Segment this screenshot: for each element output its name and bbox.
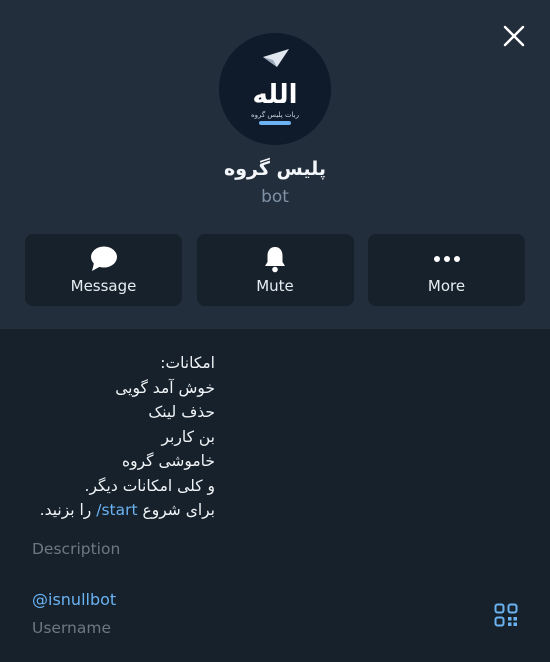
profile-info: امکانات: خوش آمد گویی حذف لینک بن کاربر …	[0, 329, 550, 662]
qr-code-icon[interactable]	[494, 603, 518, 627]
description-line: خوش آمد گویی	[115, 378, 215, 397]
bot-profile-panel: الله ربات پلیس گروه پلیس گروه bot Messag…	[0, 0, 550, 662]
svg-text:الله: الله	[252, 80, 297, 110]
svg-text:ربات پلیس گروه: ربات پلیس گروه	[251, 110, 299, 119]
action-buttons: Message Mute More	[25, 234, 525, 306]
description-line: برای شروع /start را بزنید.	[39, 501, 215, 519]
more-button[interactable]: More	[368, 234, 525, 306]
message-button[interactable]: Message	[25, 234, 182, 306]
bell-icon	[265, 247, 285, 273]
mute-label: Mute	[256, 277, 294, 295]
profile-header: الله ربات پلیس گروه پلیس گروه bot Messag…	[0, 0, 550, 329]
message-label: Message	[70, 277, 137, 295]
username-link[interactable]: @isnullbot	[32, 590, 116, 609]
bot-logo-icon: الله ربات پلیس گروه	[219, 33, 331, 145]
description-line: خاموشی گروه	[122, 452, 215, 470]
description-line: و کلی امکانات دیگر.	[84, 476, 215, 495]
more-dots-icon	[433, 256, 460, 262]
more-label: More	[427, 277, 466, 295]
description-line: امکانات:	[160, 354, 215, 372]
profile-type: bot	[261, 187, 289, 207]
start-command-link[interactable]: /start	[96, 501, 137, 519]
close-icon[interactable]	[500, 22, 528, 50]
chat-bubble-icon	[90, 246, 117, 271]
mute-button[interactable]: Mute	[196, 234, 354, 306]
description-text: امکانات: خوش آمد گویی حذف لینک بن کاربر …	[32, 351, 215, 523]
username-label: Username	[32, 619, 112, 637]
description-line: حذف لینک	[148, 403, 215, 421]
description-label: Description	[32, 540, 121, 558]
avatar[interactable]: الله ربات پلیس گروه	[219, 33, 331, 145]
profile-name: پلیس گروه	[223, 158, 326, 180]
description-line: بن کاربر	[161, 427, 216, 446]
